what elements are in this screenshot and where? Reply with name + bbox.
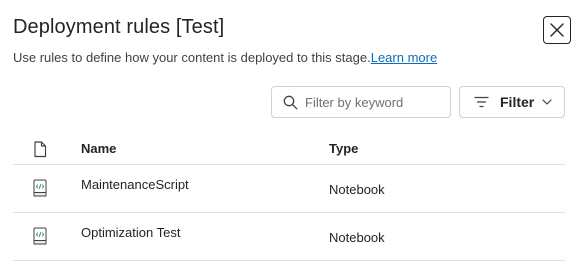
row-name: MaintenanceScript — [81, 177, 189, 192]
learn-more-link[interactable]: Learn more — [371, 50, 437, 65]
notebook-icon — [33, 227, 47, 250]
notebook-icon — [33, 179, 47, 202]
filter-search-box[interactable] — [271, 86, 451, 118]
row-type: Notebook — [329, 230, 385, 245]
filter-button-label: Filter — [500, 94, 535, 110]
deployment-rules-panel: Deployment rules [Test] Use rules to def… — [0, 0, 582, 270]
row-type: Notebook — [329, 182, 385, 197]
search-input[interactable] — [305, 94, 440, 110]
panel-title: Deployment rules [Test] — [13, 16, 225, 38]
panel-description: Use rules to define how your content is … — [13, 50, 437, 65]
column-header-name[interactable]: Name — [81, 141, 116, 156]
document-icon — [33, 141, 47, 163]
filter-icon — [474, 96, 489, 108]
close-button[interactable] — [543, 16, 571, 44]
rules-table: Name Type MaintenanceScript Notebook Opt… — [13, 134, 565, 261]
row-name: Optimization Test — [81, 225, 181, 240]
description-text: Use rules to define how your content is … — [13, 50, 371, 65]
filter-button[interactable]: Filter — [459, 86, 565, 118]
search-icon — [283, 95, 298, 109]
close-icon — [550, 23, 564, 37]
table-row[interactable]: Optimization Test Notebook — [13, 213, 565, 261]
column-header-type[interactable]: Type — [329, 141, 358, 156]
table-row[interactable]: MaintenanceScript Notebook — [13, 165, 565, 213]
chevron-down-icon — [542, 99, 552, 105]
table-header-row: Name Type — [13, 134, 565, 165]
